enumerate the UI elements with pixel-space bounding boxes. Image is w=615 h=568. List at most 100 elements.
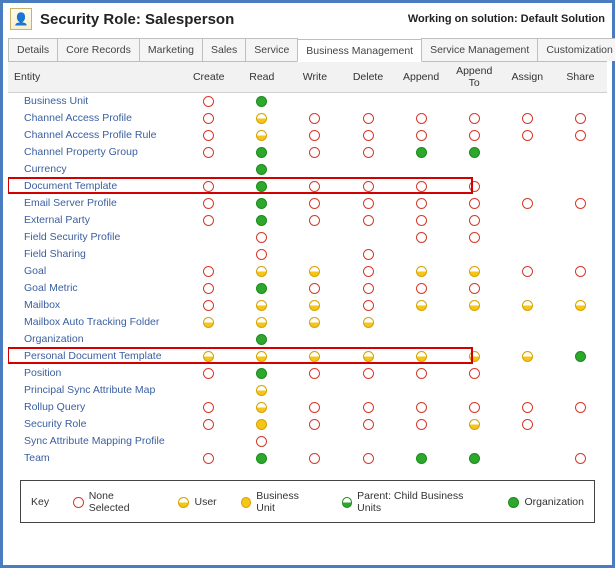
priv-cell[interactable] (288, 195, 341, 212)
priv-icon[interactable] (469, 266, 480, 277)
priv-cell[interactable] (235, 433, 288, 450)
priv-icon[interactable] (256, 300, 267, 311)
priv-icon[interactable] (469, 232, 480, 243)
entity-name[interactable]: Position (8, 365, 182, 382)
priv-cell[interactable] (395, 144, 448, 161)
priv-cell[interactable] (288, 263, 341, 280)
entity-name[interactable]: Currency (8, 161, 182, 178)
priv-cell[interactable] (341, 280, 394, 297)
priv-icon[interactable] (363, 147, 374, 158)
priv-cell[interactable] (341, 450, 394, 467)
tab-core-records[interactable]: Core Records (57, 38, 140, 61)
priv-cell[interactable] (395, 195, 448, 212)
priv-cell[interactable] (235, 416, 288, 433)
priv-icon[interactable] (416, 300, 427, 311)
priv-icon[interactable] (469, 453, 480, 464)
priv-cell[interactable] (235, 450, 288, 467)
priv-icon[interactable] (256, 147, 267, 158)
priv-icon[interactable] (363, 351, 374, 362)
priv-icon[interactable] (469, 215, 480, 226)
priv-cell[interactable] (235, 127, 288, 144)
priv-icon[interactable] (522, 351, 533, 362)
priv-cell[interactable] (395, 365, 448, 382)
priv-cell[interactable] (395, 178, 448, 195)
priv-icon[interactable] (575, 266, 586, 277)
priv-icon[interactable] (309, 317, 320, 328)
priv-icon[interactable] (256, 181, 267, 192)
entity-name[interactable]: Email Server Profile (8, 195, 182, 212)
priv-icon[interactable] (469, 283, 480, 294)
priv-cell[interactable] (448, 127, 501, 144)
priv-cell[interactable] (554, 127, 607, 144)
tab-service[interactable]: Service (245, 38, 298, 61)
entity-name[interactable]: Field Security Profile (8, 229, 182, 246)
priv-icon[interactable] (575, 351, 586, 362)
priv-cell[interactable] (182, 178, 235, 195)
priv-cell[interactable] (501, 110, 554, 127)
priv-cell[interactable] (288, 365, 341, 382)
priv-icon[interactable] (203, 113, 214, 124)
priv-cell[interactable] (182, 93, 235, 110)
priv-cell[interactable] (182, 127, 235, 144)
priv-icon[interactable] (575, 453, 586, 464)
priv-cell[interactable] (182, 195, 235, 212)
priv-icon[interactable] (469, 351, 480, 362)
priv-cell[interactable] (235, 110, 288, 127)
priv-icon[interactable] (256, 164, 267, 175)
priv-cell[interactable] (448, 144, 501, 161)
priv-cell[interactable] (341, 212, 394, 229)
priv-icon[interactable] (256, 198, 267, 209)
priv-icon[interactable] (309, 198, 320, 209)
priv-icon[interactable] (309, 419, 320, 430)
priv-icon[interactable] (203, 198, 214, 209)
priv-cell[interactable] (235, 331, 288, 348)
priv-icon[interactable] (256, 266, 267, 277)
priv-icon[interactable] (363, 215, 374, 226)
priv-icon[interactable] (256, 334, 267, 345)
priv-cell[interactable] (235, 161, 288, 178)
priv-cell[interactable] (288, 127, 341, 144)
priv-cell[interactable] (395, 280, 448, 297)
priv-icon[interactable] (469, 181, 480, 192)
priv-icon[interactable] (416, 215, 427, 226)
priv-cell[interactable] (235, 229, 288, 246)
priv-icon[interactable] (256, 419, 267, 430)
priv-icon[interactable] (522, 266, 533, 277)
priv-cell[interactable] (341, 144, 394, 161)
priv-cell[interactable] (501, 195, 554, 212)
priv-icon[interactable] (522, 198, 533, 209)
priv-cell[interactable] (341, 195, 394, 212)
entity-name[interactable]: Sync Attribute Mapping Profile (8, 433, 182, 450)
entity-name[interactable]: Organization (8, 331, 182, 348)
priv-cell[interactable] (182, 348, 235, 365)
entity-name[interactable]: Principal Sync Attribute Map (8, 382, 182, 399)
priv-cell[interactable] (235, 348, 288, 365)
priv-cell[interactable] (554, 110, 607, 127)
priv-icon[interactable] (309, 113, 320, 124)
priv-cell[interactable] (341, 127, 394, 144)
priv-cell[interactable] (448, 297, 501, 314)
priv-cell[interactable] (448, 399, 501, 416)
entity-name[interactable]: Team (8, 450, 182, 467)
priv-icon[interactable] (203, 130, 214, 141)
priv-cell[interactable] (182, 365, 235, 382)
priv-cell[interactable] (341, 365, 394, 382)
priv-icon[interactable] (256, 130, 267, 141)
priv-icon[interactable] (203, 266, 214, 277)
priv-cell[interactable] (235, 280, 288, 297)
priv-cell[interactable] (182, 263, 235, 280)
priv-icon[interactable] (522, 402, 533, 413)
priv-icon[interactable] (575, 130, 586, 141)
priv-icon[interactable] (416, 266, 427, 277)
priv-icon[interactable] (256, 317, 267, 328)
tab-details[interactable]: Details (8, 38, 58, 61)
priv-icon[interactable] (203, 147, 214, 158)
tab-marketing[interactable]: Marketing (139, 38, 203, 61)
priv-icon[interactable] (309, 351, 320, 362)
priv-icon[interactable] (416, 130, 427, 141)
priv-cell[interactable] (395, 416, 448, 433)
priv-cell[interactable] (448, 229, 501, 246)
priv-cell[interactable] (182, 416, 235, 433)
priv-cell[interactable] (341, 178, 394, 195)
priv-icon[interactable] (575, 402, 586, 413)
